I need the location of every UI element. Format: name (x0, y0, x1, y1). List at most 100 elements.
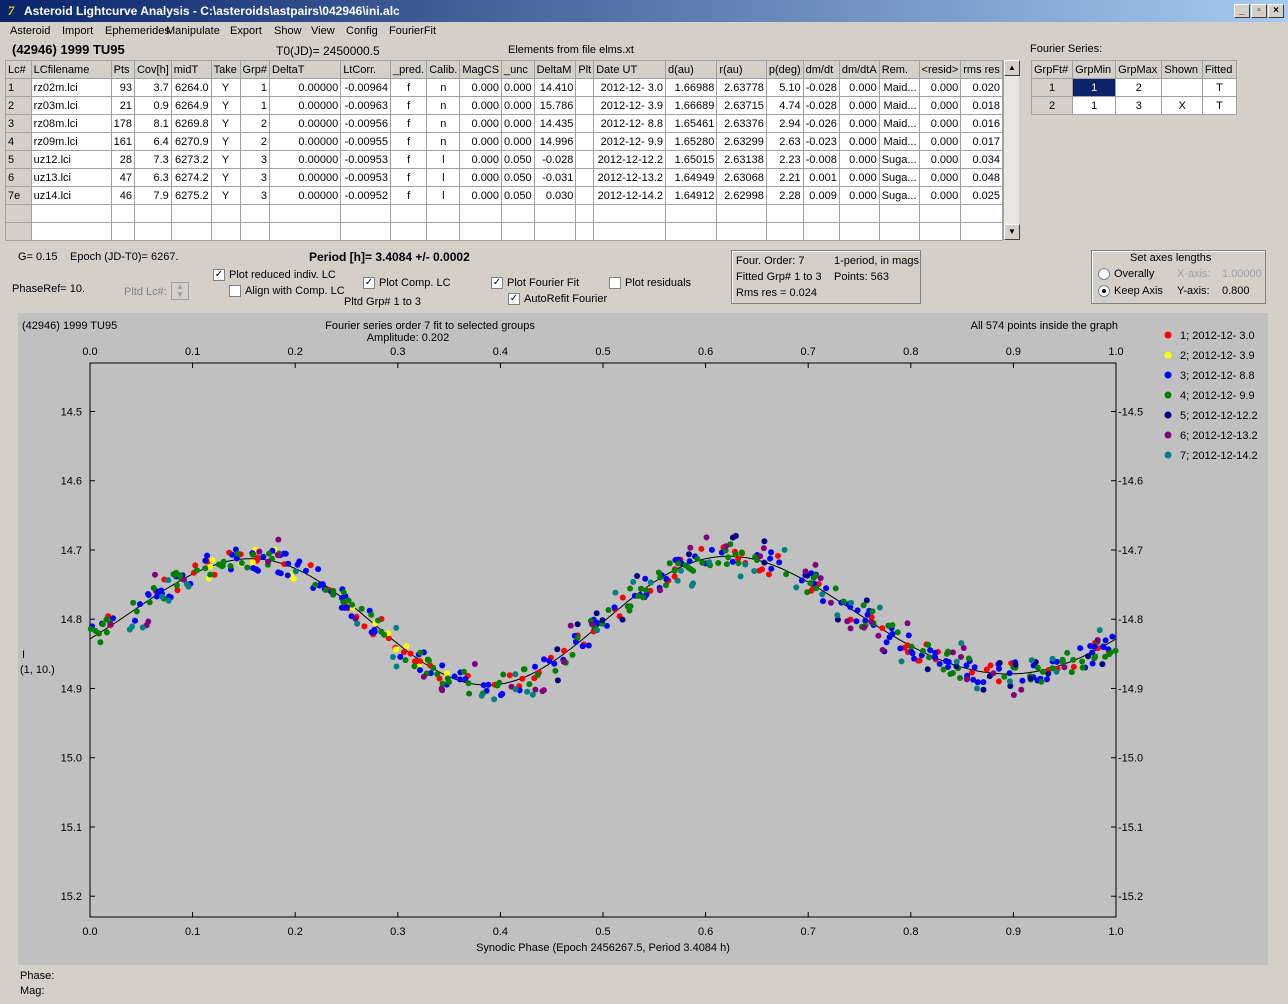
table-cell[interactable] (1161, 78, 1203, 97)
table-cell[interactable] (575, 150, 595, 169)
table-cell[interactable] (575, 78, 595, 97)
table-cell[interactable]: 2.63138 (716, 150, 767, 169)
table-cell[interactable]: 1.65461 (665, 114, 718, 133)
table-cell[interactable]: 2.63068 (716, 168, 767, 187)
table-cell[interactable]: Y (210, 114, 241, 133)
lc-col-header[interactable]: midT (170, 60, 212, 79)
table-cell[interactable] (575, 186, 595, 205)
overally-radio[interactable]: Overally (1098, 268, 1154, 281)
table-cell[interactable]: 0.00000 (269, 150, 342, 169)
table-cell[interactable]: 0.030 (533, 186, 577, 205)
table-row[interactable]: 5 uz12.lci 28 7.3 6273.2 Y 3 0.00000 -0.00953 f l 0… (5, 150, 1003, 169)
table-cell[interactable]: -0.00953 (340, 150, 392, 169)
maximize-button[interactable]: ▫ (1251, 4, 1267, 18)
plot-comp-checkbox[interactable]: ✓ Plot Comp. LC (363, 277, 451, 290)
table-cell[interactable]: 0.000 (918, 186, 962, 205)
lc-col-header[interactable]: dm/dtA (838, 60, 880, 79)
table-cell[interactable]: 3 (239, 186, 271, 205)
table-cell[interactable] (575, 132, 595, 151)
period-value[interactable]: Period [h]= 3.4084 +/- 0.0002 (309, 250, 470, 264)
table-cell[interactable]: 2.21 (765, 168, 804, 187)
table-cell[interactable]: n (426, 132, 461, 151)
table-cell[interactable]: 4 (5, 132, 32, 151)
table-cell[interactable]: -0.00953 (340, 168, 392, 187)
lc-col-header[interactable]: Plt (575, 60, 595, 79)
table-cell[interactable]: Y (210, 96, 241, 115)
table-cell[interactable]: Suga... (878, 186, 920, 205)
table-cell[interactable]: 2.63715 (716, 96, 767, 115)
table-cell[interactable]: Y (210, 150, 241, 169)
table-row[interactable]: 112T (1030, 78, 1238, 97)
table-cell[interactable]: -0.00964 (340, 78, 392, 97)
table-cell[interactable]: 2.63376 (716, 114, 767, 133)
table-cell[interactable]: 0.009 (802, 186, 840, 205)
table-cell[interactable]: 1 (1072, 78, 1117, 97)
table-cell[interactable]: 28 (110, 150, 135, 169)
table-cell[interactable]: 0.000 (459, 114, 503, 133)
table-cell[interactable]: 3 (5, 114, 32, 133)
table-cell[interactable]: 0.000 (838, 150, 880, 169)
table-cell[interactable]: T (1201, 96, 1238, 115)
table-cell[interactable]: f (390, 132, 428, 151)
table-cell[interactable]: 0.000 (918, 150, 962, 169)
lc-col-header[interactable]: Date UT (593, 60, 667, 79)
table-cell[interactable]: 0.000 (838, 96, 880, 115)
table-cell[interactable]: 1.64912 (665, 186, 718, 205)
table-cell[interactable]: 0.000 (459, 186, 503, 205)
table-cell[interactable]: 0.00000 (269, 96, 342, 115)
menu-config[interactable]: Config (346, 25, 378, 37)
table-cell[interactable]: 0.000 (459, 96, 503, 115)
table-cell[interactable]: f (390, 78, 428, 97)
fourier-groups-table[interactable]: GrpFt# GrpMin GrpMax Shown Fitted 112T213XT (1030, 60, 1238, 115)
table-cell[interactable]: 0.000 (459, 78, 503, 97)
empty-row[interactable] (5, 204, 1003, 223)
table-cell[interactable]: 0.000 (918, 114, 962, 133)
table-row[interactable]: 2 rz03m.lci 21 0.9 6264.9 Y 1 0.00000 -0.00963 f n… (5, 96, 1003, 115)
table-cell[interactable]: 0.9 (133, 96, 172, 115)
table-cell[interactable]: 6274.2 (170, 168, 212, 187)
table-cell[interactable]: 0.000 (501, 114, 535, 133)
table-cell[interactable]: 0.017 (960, 132, 1003, 151)
table-cell[interactable]: 3 (239, 168, 271, 187)
table-cell[interactable]: 0.000 (501, 132, 535, 151)
table-cell[interactable]: 0.00000 (269, 114, 342, 133)
table-cell[interactable]: 0.000 (838, 168, 880, 187)
table-cell[interactable]: 6264.0 (170, 78, 212, 97)
table-cell[interactable]: l (426, 186, 461, 205)
table-cell[interactable]: n (426, 114, 461, 133)
table-cell[interactable]: 6.4 (133, 132, 172, 151)
table-cell[interactable]: 2 (5, 96, 32, 115)
plot-residuals-checkbox[interactable]: Plot residuals (609, 277, 691, 290)
table-cell[interactable]: -0.026 (802, 114, 840, 133)
lc-col-header[interactable]: d(au) (665, 60, 718, 79)
table-cell[interactable]: 178 (110, 114, 135, 133)
table-cell[interactable]: 0.000 (459, 132, 503, 151)
table-cell[interactable] (575, 114, 595, 133)
table-cell[interactable]: 0.016 (960, 114, 1003, 133)
menu-import[interactable]: Import (62, 25, 93, 37)
lc-col-header[interactable]: Lc# (5, 60, 32, 79)
table-cell[interactable]: 3.7 (133, 78, 172, 97)
table-cell[interactable]: 3 (1115, 96, 1163, 115)
minimize-button[interactable]: _ (1234, 4, 1250, 18)
table-cell[interactable]: Maid... (878, 114, 920, 133)
lc-col-header[interactable]: _unc (501, 60, 535, 79)
lightcurve-table[interactable]: Lc# LCfilename Pts Cov[h] midT Take Grp# DeltaT… (5, 60, 1003, 241)
table-cell[interactable]: 0.000 (838, 78, 880, 97)
table-cell[interactable]: 5 (5, 150, 32, 169)
table-cell[interactable]: 0.000 (459, 168, 503, 187)
lc-col-header[interactable]: DeltaM (533, 60, 577, 79)
table-cell[interactable]: -0.028 (533, 150, 577, 169)
lc-col-header[interactable]: r(au) (716, 60, 767, 79)
scroll-up-icon[interactable]: ▲ (1004, 60, 1020, 76)
table-cell[interactable]: 6 (5, 168, 32, 187)
lc-col-header[interactable]: Rem. (878, 60, 920, 79)
table-cell[interactable]: 2.28 (765, 186, 804, 205)
lc-col-header[interactable]: Grp# (239, 60, 271, 79)
table-cell[interactable]: -0.00955 (340, 132, 392, 151)
table-cell[interactable]: rz03m.lci (30, 96, 112, 115)
lightcurve-chart[interactable]: 0.0 0.0 0.1 0.1 0.2 0.2 0.3 0.3 0.4 0.4 0.5 0.5 0.6 0… (18, 313, 1268, 965)
empty-row[interactable] (5, 222, 1003, 241)
table-cell[interactable]: 0.034 (960, 150, 1003, 169)
table-cell[interactable]: 1 (1030, 78, 1074, 97)
